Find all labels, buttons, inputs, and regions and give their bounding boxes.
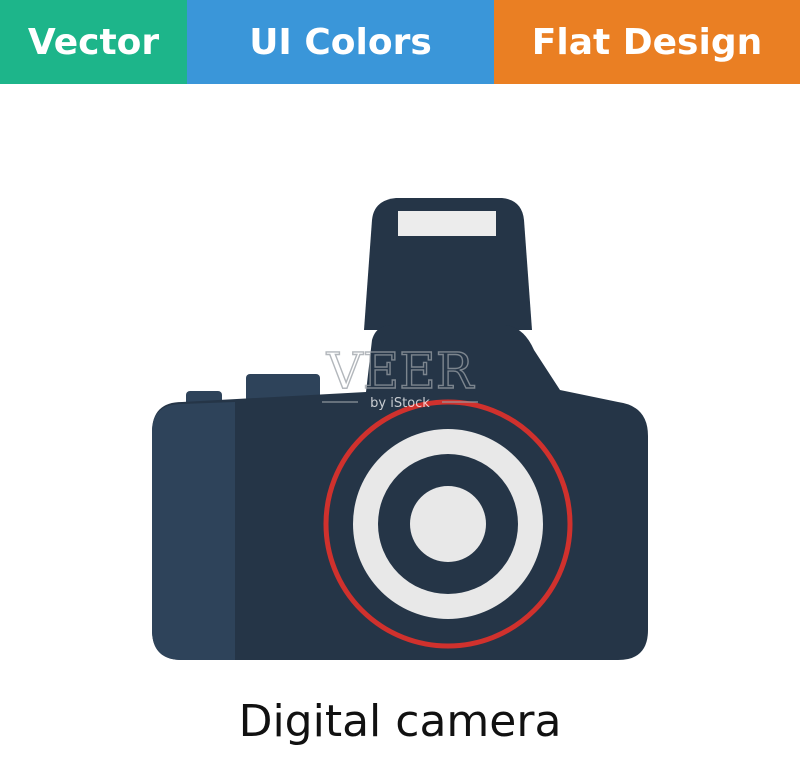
tag-flat-design: Flat Design	[494, 0, 800, 84]
tag-ui-colors: UI Colors	[187, 0, 494, 84]
lens-glass	[410, 486, 486, 562]
stock-illustration: Vector UI Colors Flat Design VEER by iSt…	[0, 0, 800, 757]
watermark-subtitle: by iStock	[370, 396, 430, 411]
camera-grip	[152, 402, 235, 660]
watermark-title: VEER	[326, 342, 475, 400]
caption: Digital camera	[238, 696, 562, 747]
flash-window	[398, 211, 496, 236]
tag-vector: Vector	[0, 0, 187, 84]
category-banner: Vector UI Colors Flat Design	[0, 0, 800, 84]
camera-illustration: VEER by iStock	[152, 198, 648, 660]
